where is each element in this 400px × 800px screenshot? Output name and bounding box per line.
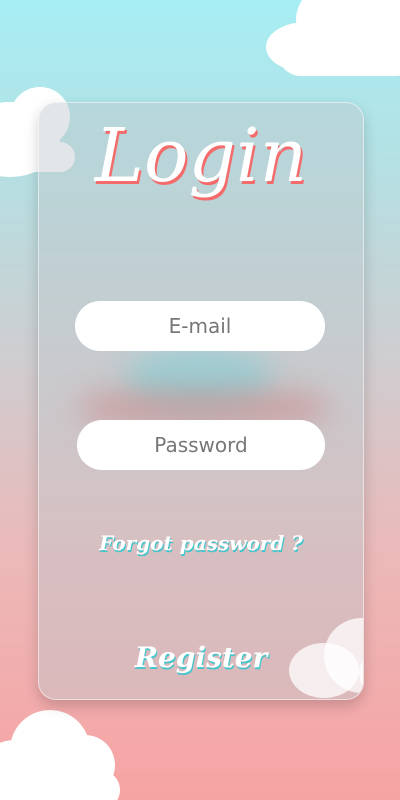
register-link[interactable]: Register bbox=[39, 641, 363, 674]
forgot-password-link[interactable]: Forgot password ? bbox=[39, 531, 363, 555]
cloud-top-right bbox=[258, 0, 400, 80]
cloud-bottom-left bbox=[0, 700, 130, 800]
login-title: Login bbox=[94, 113, 308, 199]
email-field[interactable] bbox=[75, 301, 325, 351]
login-card: Login Forgot password ? Register bbox=[38, 102, 364, 700]
password-field[interactable] bbox=[77, 420, 325, 470]
